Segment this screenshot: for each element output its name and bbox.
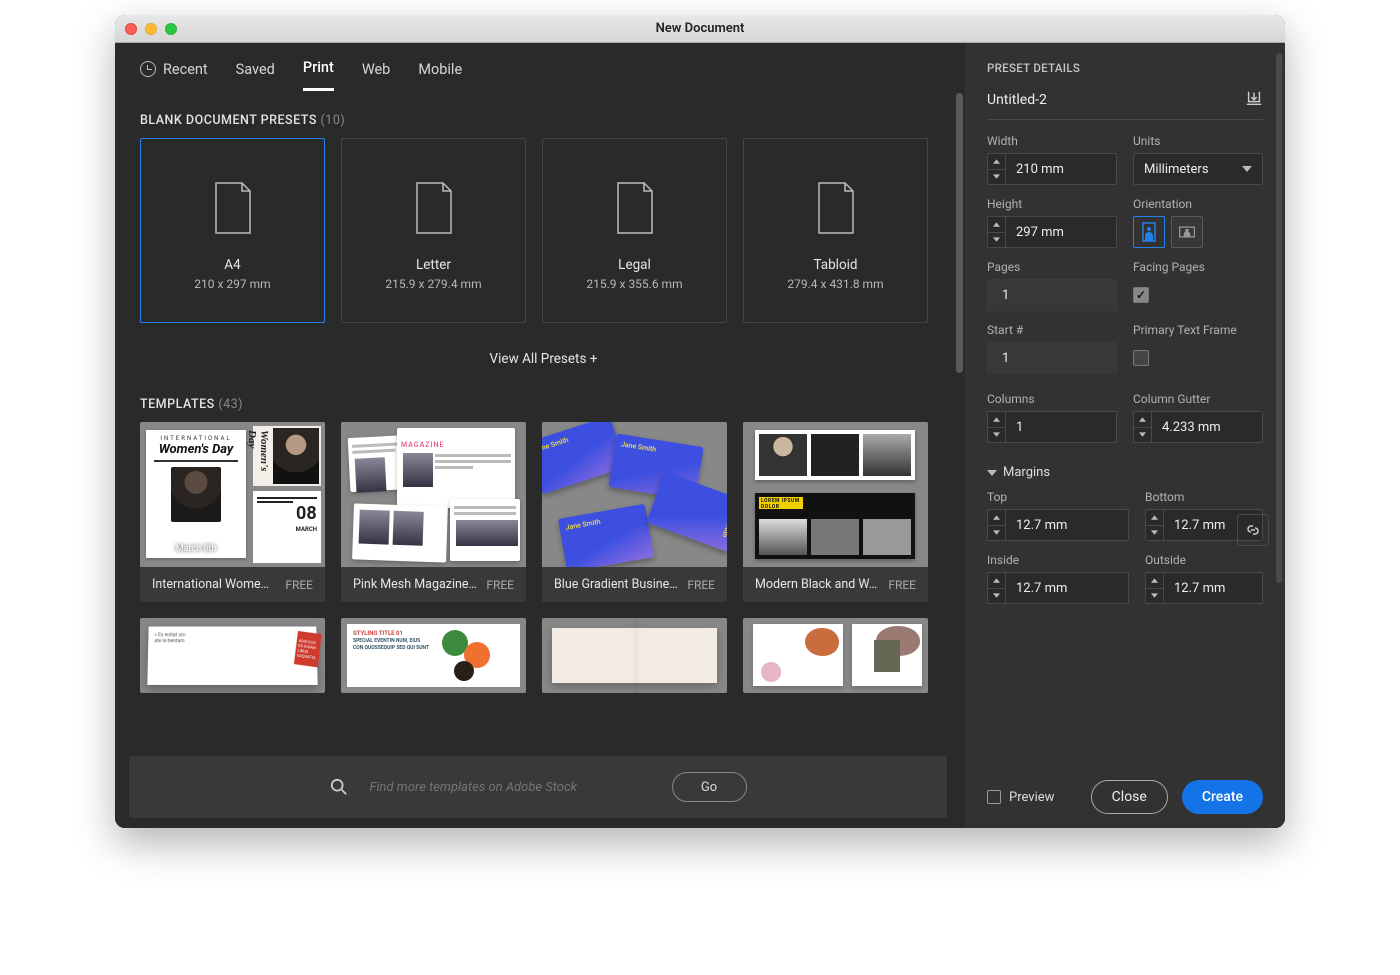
scrollbar-thumb[interactable] bbox=[956, 93, 963, 373]
template-card[interactable]: Jane Smith Jane Smith Jane Smith Jane Sm… bbox=[542, 422, 727, 602]
columns-label: Columns bbox=[987, 392, 1117, 406]
document-name-input[interactable]: Untitled-2 bbox=[987, 92, 1047, 108]
template-card[interactable]: STYLING TITLE 01SPECIAL EVENTIN NUM, EIU… bbox=[341, 618, 526, 693]
stock-search-bar: Go bbox=[129, 756, 947, 818]
margin-top-label: Top bbox=[987, 490, 1129, 504]
page-icon bbox=[815, 181, 857, 235]
preset-details-pane: PRESET DETAILS Untitled-2 Width 210 mm U… bbox=[965, 43, 1285, 828]
gutter-label: Column Gutter bbox=[1133, 392, 1263, 406]
link-icon bbox=[1245, 522, 1261, 538]
tab-saved[interactable]: Saved bbox=[236, 61, 275, 90]
margin-inside-input[interactable]: 12.7 mm bbox=[987, 572, 1129, 604]
pages-label: Pages bbox=[987, 260, 1117, 274]
template-card[interactable]: INTERNATIONALWomen's DayMarch 8th Women'… bbox=[140, 422, 325, 602]
template-thumbnail: « Es enitat umate la bentamADIS EOS ES I… bbox=[140, 618, 325, 693]
template-name: International Wome… bbox=[152, 577, 269, 592]
preset-tabloid[interactable]: Tabloid 279.4 x 431.8 mm bbox=[743, 138, 928, 323]
window-title: New Document bbox=[115, 21, 1285, 36]
gutter-input[interactable]: 4.233 mm bbox=[1133, 411, 1263, 443]
chevron-down-icon bbox=[987, 470, 997, 476]
height-input[interactable]: 297 mm bbox=[987, 216, 1117, 248]
template-thumbnail: STYLING TITLE 01SPECIAL EVENTIN NUM, EIU… bbox=[341, 618, 526, 693]
save-preset-icon[interactable] bbox=[1245, 89, 1263, 111]
stock-search-input[interactable] bbox=[370, 780, 650, 795]
details-heading: PRESET DETAILS bbox=[987, 61, 1263, 75]
template-price: FREE bbox=[285, 578, 313, 592]
view-all-presets-link[interactable]: View All Presets + bbox=[140, 351, 947, 367]
preset-name: A4 bbox=[224, 257, 240, 273]
pages-input[interactable]: 1 bbox=[987, 279, 1117, 311]
start-number-label: Start # bbox=[987, 323, 1117, 337]
margin-top-input[interactable]: 12.7 mm bbox=[987, 509, 1129, 541]
tab-recent[interactable]: Recent bbox=[140, 61, 208, 90]
page-icon bbox=[413, 181, 455, 235]
template-card[interactable]: LOREM IPSUM DOLOR Modern Black and W…FRE… bbox=[743, 422, 928, 602]
template-thumbnail: LOREM IPSUM DOLOR bbox=[743, 422, 928, 567]
step-down-icon[interactable] bbox=[988, 170, 1005, 185]
scrollbar-thumb[interactable] bbox=[1276, 53, 1282, 583]
preset-letter[interactable]: Letter 215.9 x 279.4 mm bbox=[341, 138, 526, 323]
preset-dims: 210 x 297 mm bbox=[194, 277, 270, 291]
tab-web[interactable]: Web bbox=[362, 61, 390, 90]
preset-legal[interactable]: Legal 215.9 x 355.6 mm bbox=[542, 138, 727, 323]
preset-a4[interactable]: A4 210 x 297 mm bbox=[140, 138, 325, 323]
presets-heading: BLANK DOCUMENT PRESETS (10) bbox=[140, 113, 947, 128]
template-thumbnail bbox=[542, 618, 727, 693]
template-thumbnail: MAGAZINE bbox=[341, 422, 526, 567]
stock-search-go-button[interactable]: Go bbox=[672, 772, 747, 802]
units-select[interactable]: Millimeters bbox=[1133, 153, 1263, 185]
template-thumbnail: INTERNATIONALWomen's DayMarch 8th Women'… bbox=[140, 422, 325, 567]
margin-outside-input[interactable]: 12.7 mm bbox=[1145, 572, 1263, 604]
width-label: Width bbox=[987, 134, 1117, 148]
start-number-input[interactable]: 1 bbox=[987, 342, 1117, 374]
facing-pages-label: Facing Pages bbox=[1133, 260, 1263, 274]
primary-text-frame-label: Primary Text Frame bbox=[1133, 323, 1263, 337]
template-thumbnail bbox=[743, 618, 928, 693]
template-card[interactable] bbox=[743, 618, 928, 693]
width-input[interactable]: 210 mm bbox=[987, 153, 1117, 185]
template-thumbnail: Jane Smith Jane Smith Jane Smith Jane Sm… bbox=[542, 422, 727, 567]
page-icon bbox=[212, 181, 254, 235]
tab-mobile[interactable]: Mobile bbox=[418, 61, 462, 90]
templates-heading: TEMPLATES (43) bbox=[140, 397, 947, 412]
close-button[interactable]: Close bbox=[1091, 780, 1168, 814]
new-document-window: New Document Recent Saved Print Web Mobi… bbox=[115, 15, 1285, 828]
template-card[interactable] bbox=[542, 618, 727, 693]
template-card[interactable]: « Es enitat umate la bentamADIS EOS ES I… bbox=[140, 618, 325, 693]
orientation-portrait-button[interactable] bbox=[1133, 216, 1165, 248]
clock-icon bbox=[140, 61, 156, 77]
orientation-landscape-button[interactable] bbox=[1171, 216, 1203, 248]
left-pane: Recent Saved Print Web Mobile BLANK DOCU… bbox=[115, 43, 965, 828]
tab-print[interactable]: Print bbox=[303, 59, 334, 91]
height-label: Height bbox=[987, 197, 1117, 211]
template-card[interactable]: MAGAZINE Pink Mesh Magazine…FREE bbox=[341, 422, 526, 602]
category-tabs: Recent Saved Print Web Mobile bbox=[115, 43, 965, 91]
primary-text-frame-checkbox[interactable] bbox=[1133, 350, 1149, 366]
units-label: Units bbox=[1133, 134, 1263, 148]
margins-toggle[interactable]: Margins bbox=[987, 465, 1263, 480]
preview-checkbox[interactable]: Preview bbox=[987, 790, 1054, 805]
chevron-down-icon bbox=[1242, 166, 1252, 172]
margin-inside-label: Inside bbox=[987, 553, 1129, 567]
columns-input[interactable]: 1 bbox=[987, 411, 1117, 443]
facing-pages-checkbox[interactable] bbox=[1133, 287, 1149, 303]
create-button[interactable]: Create bbox=[1182, 780, 1263, 814]
step-up-icon[interactable] bbox=[988, 154, 1005, 170]
titlebar: New Document bbox=[115, 15, 1285, 43]
orientation-label: Orientation bbox=[1133, 197, 1263, 211]
margin-outside-label: Outside bbox=[1145, 553, 1263, 567]
margin-bottom-label: Bottom bbox=[1145, 490, 1263, 504]
page-icon bbox=[614, 181, 656, 235]
search-icon bbox=[330, 778, 348, 796]
link-margins-button[interactable] bbox=[1237, 514, 1269, 546]
